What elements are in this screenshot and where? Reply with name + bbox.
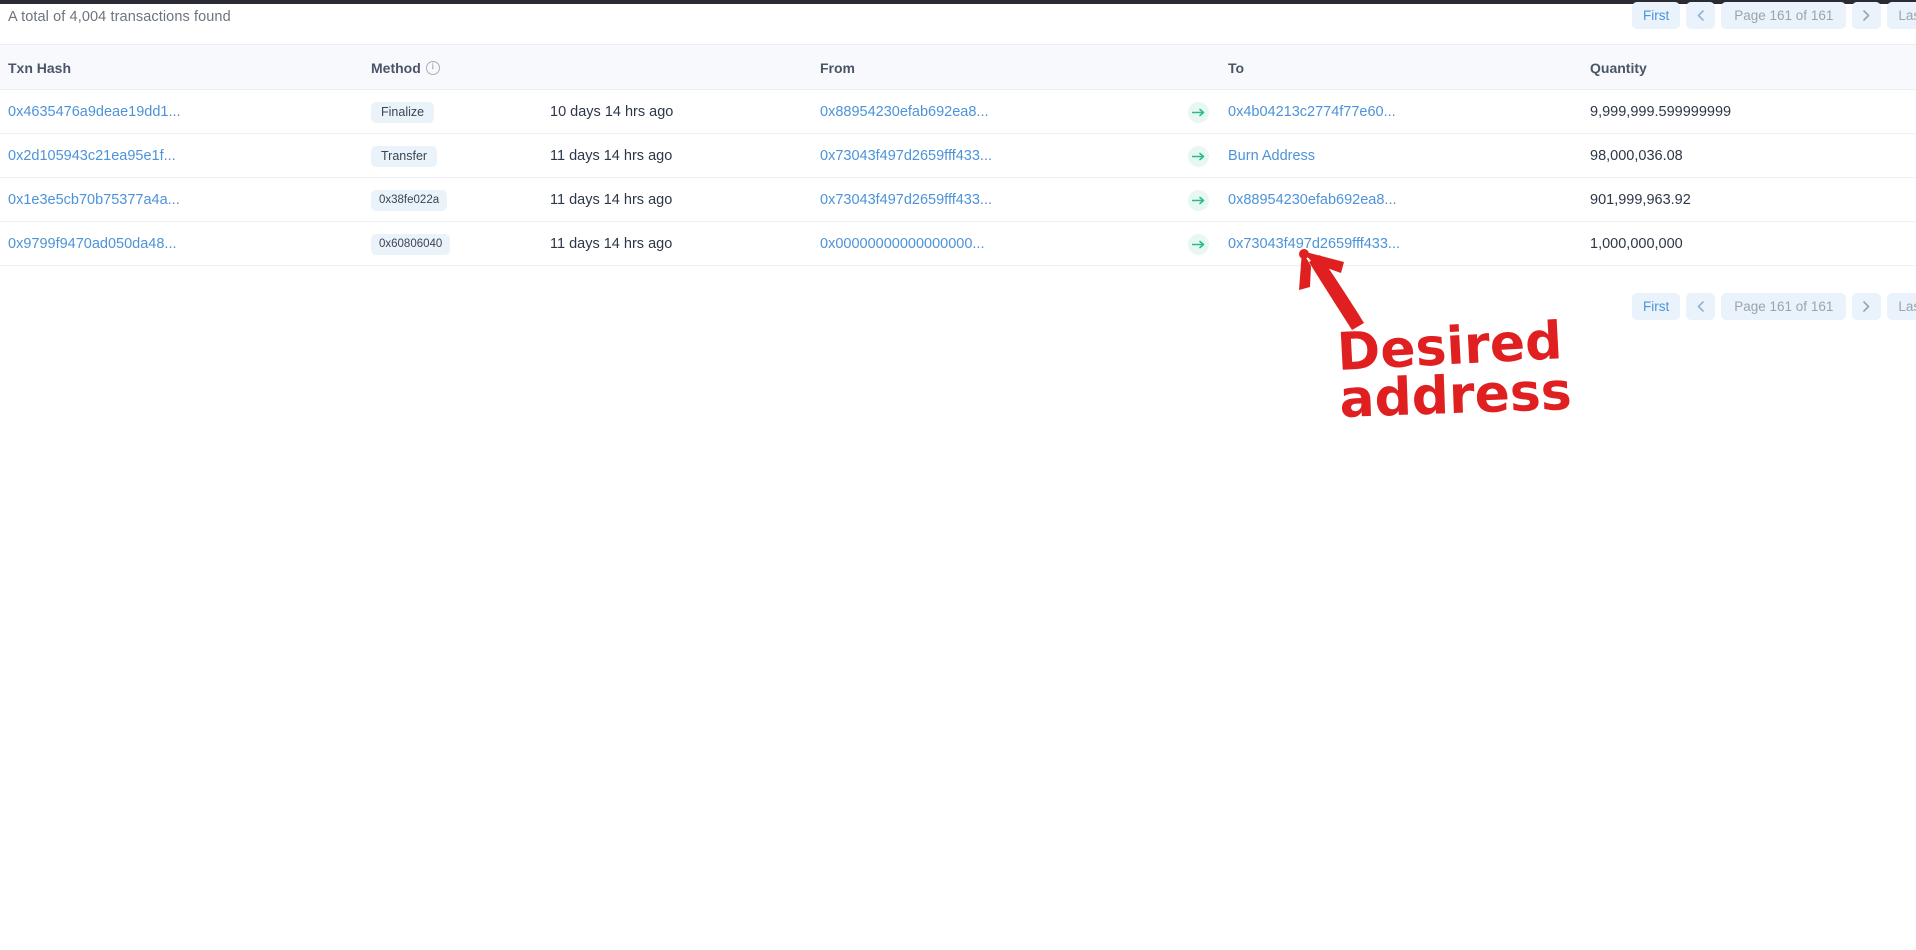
cell-to[interactable]: 0x88954230efab692ea8... bbox=[1228, 178, 1397, 222]
cell-from[interactable]: 0x88954230efab692ea8... bbox=[820, 90, 989, 134]
info-circle-icon[interactable]: i bbox=[425, 61, 440, 75]
transactions-table: Txn Hash Method i From To Quantity 0x463… bbox=[0, 44, 1916, 266]
pagination-last-button[interactable]: Last bbox=[1887, 293, 1916, 320]
cell-from[interactable]: 0x73043f497d2659fff433... bbox=[820, 178, 992, 222]
method-badge: 0x60806040 bbox=[371, 233, 451, 255]
cell-direction bbox=[1188, 134, 1209, 178]
cell-direction bbox=[1188, 90, 1209, 134]
table-header-row: Txn Hash Method i From To Quantity bbox=[0, 44, 1916, 90]
table-row: 0x1e3e5cb70b75377a4a... 0x38fe022a 11 da… bbox=[0, 178, 1916, 222]
column-header-method: Method i bbox=[371, 45, 440, 91]
transactions-page: A total of 4,004 transactions found Firs… bbox=[0, 0, 1916, 950]
cell-txn-hash[interactable]: 0x9799f9470ad050da48... bbox=[8, 222, 177, 266]
cell-from[interactable]: 0x00000000000000000... bbox=[820, 222, 985, 266]
method-badge: 0x38fe022a bbox=[371, 189, 448, 211]
cell-quantity: 1,000,000,000 bbox=[1590, 236, 1683, 252]
arrow-right-icon bbox=[1188, 189, 1209, 211]
pagination-prev-button[interactable] bbox=[1686, 2, 1716, 29]
annotation-line-1: Desired bbox=[1336, 311, 1564, 383]
cell-to-desired-address[interactable]: 0x73043f497d2659fff433... bbox=[1228, 222, 1400, 266]
pagination-top[interactable]: First Page 161 of 161 Last bbox=[1632, 2, 1916, 29]
pagination-page-indicator: Page 161 of 161 bbox=[1721, 293, 1847, 320]
cell-method: 0x60806040 bbox=[371, 222, 451, 266]
column-header-txn-hash: Txn Hash bbox=[8, 45, 71, 91]
table-row: 0x2d105943c21ea95e1f... Transfer 11 days… bbox=[0, 134, 1916, 178]
cell-txn-hash[interactable]: 0x1e3e5cb70b75377a4a... bbox=[8, 178, 180, 222]
column-header-quantity: Quantity bbox=[1590, 45, 1647, 91]
column-header-to-label: To bbox=[1228, 60, 1245, 76]
cell-quantity: 9,999,999.599999999 bbox=[1590, 104, 1732, 120]
table-row: 0x9799f9470ad050da48... 0x60806040 11 da… bbox=[0, 222, 1916, 266]
pagination-prev-button[interactable] bbox=[1686, 293, 1716, 320]
pagination-next-button[interactable] bbox=[1852, 2, 1882, 29]
cell-age: 11 days 14 hrs ago bbox=[550, 148, 673, 164]
pagination-page-indicator: Page 161 of 161 bbox=[1721, 2, 1847, 29]
pagination-first-button[interactable]: First bbox=[1632, 293, 1681, 320]
transactions-total-label: A total of 4,004 transactions found bbox=[8, 9, 231, 25]
summary-bar: A total of 4,004 transactions found bbox=[0, 4, 1916, 44]
column-header-method-label: Method bbox=[371, 60, 421, 76]
cell-txn-hash[interactable]: 0x2d105943c21ea95e1f... bbox=[8, 134, 176, 178]
cell-direction bbox=[1188, 222, 1209, 266]
cell-from[interactable]: 0x73043f497d2659fff433... bbox=[820, 134, 992, 178]
cell-age: 10 days 14 hrs ago bbox=[550, 104, 674, 120]
pagination-first-button[interactable]: First bbox=[1632, 2, 1681, 29]
annotation-line-2: address bbox=[1338, 362, 1572, 430]
column-header-quantity-label: Quantity bbox=[1590, 60, 1647, 76]
cell-direction bbox=[1188, 178, 1209, 222]
cell-age: 11 days 14 hrs ago bbox=[550, 192, 673, 208]
cell-quantity: 98,000,036.08 bbox=[1590, 148, 1683, 164]
cell-method: 0x38fe022a bbox=[371, 178, 448, 222]
cell-to[interactable]: 0x4b04213c2774f77e60... bbox=[1228, 90, 1396, 134]
cell-quantity: 901,999,963.92 bbox=[1590, 192, 1691, 208]
pagination-next-button[interactable] bbox=[1852, 293, 1882, 320]
pagination-bottom[interactable]: First Page 161 of 161 Last bbox=[1632, 293, 1916, 320]
column-header-from: From bbox=[820, 45, 855, 91]
cell-txn-hash[interactable]: 0x4635476a9deae19dd1... bbox=[8, 90, 181, 134]
table-row: 0x4635476a9deae19dd1... Finalize 10 days… bbox=[0, 90, 1916, 134]
arrow-right-icon bbox=[1188, 145, 1209, 167]
column-header-to: To bbox=[1228, 45, 1244, 91]
cell-to[interactable]: Burn Address bbox=[1228, 134, 1315, 178]
pagination-last-button[interactable]: Last bbox=[1887, 2, 1916, 29]
arrow-right-icon bbox=[1188, 101, 1209, 123]
method-badge: Finalize bbox=[371, 101, 435, 123]
column-header-txn-hash-label: Txn Hash bbox=[8, 60, 72, 76]
arrow-right-icon bbox=[1188, 233, 1209, 255]
cell-method: Transfer bbox=[371, 134, 438, 178]
cell-age: 11 days 14 hrs ago bbox=[550, 236, 673, 252]
column-header-from-label: From bbox=[820, 60, 855, 76]
method-badge: Transfer bbox=[371, 145, 438, 167]
cell-method: Finalize bbox=[371, 90, 435, 134]
